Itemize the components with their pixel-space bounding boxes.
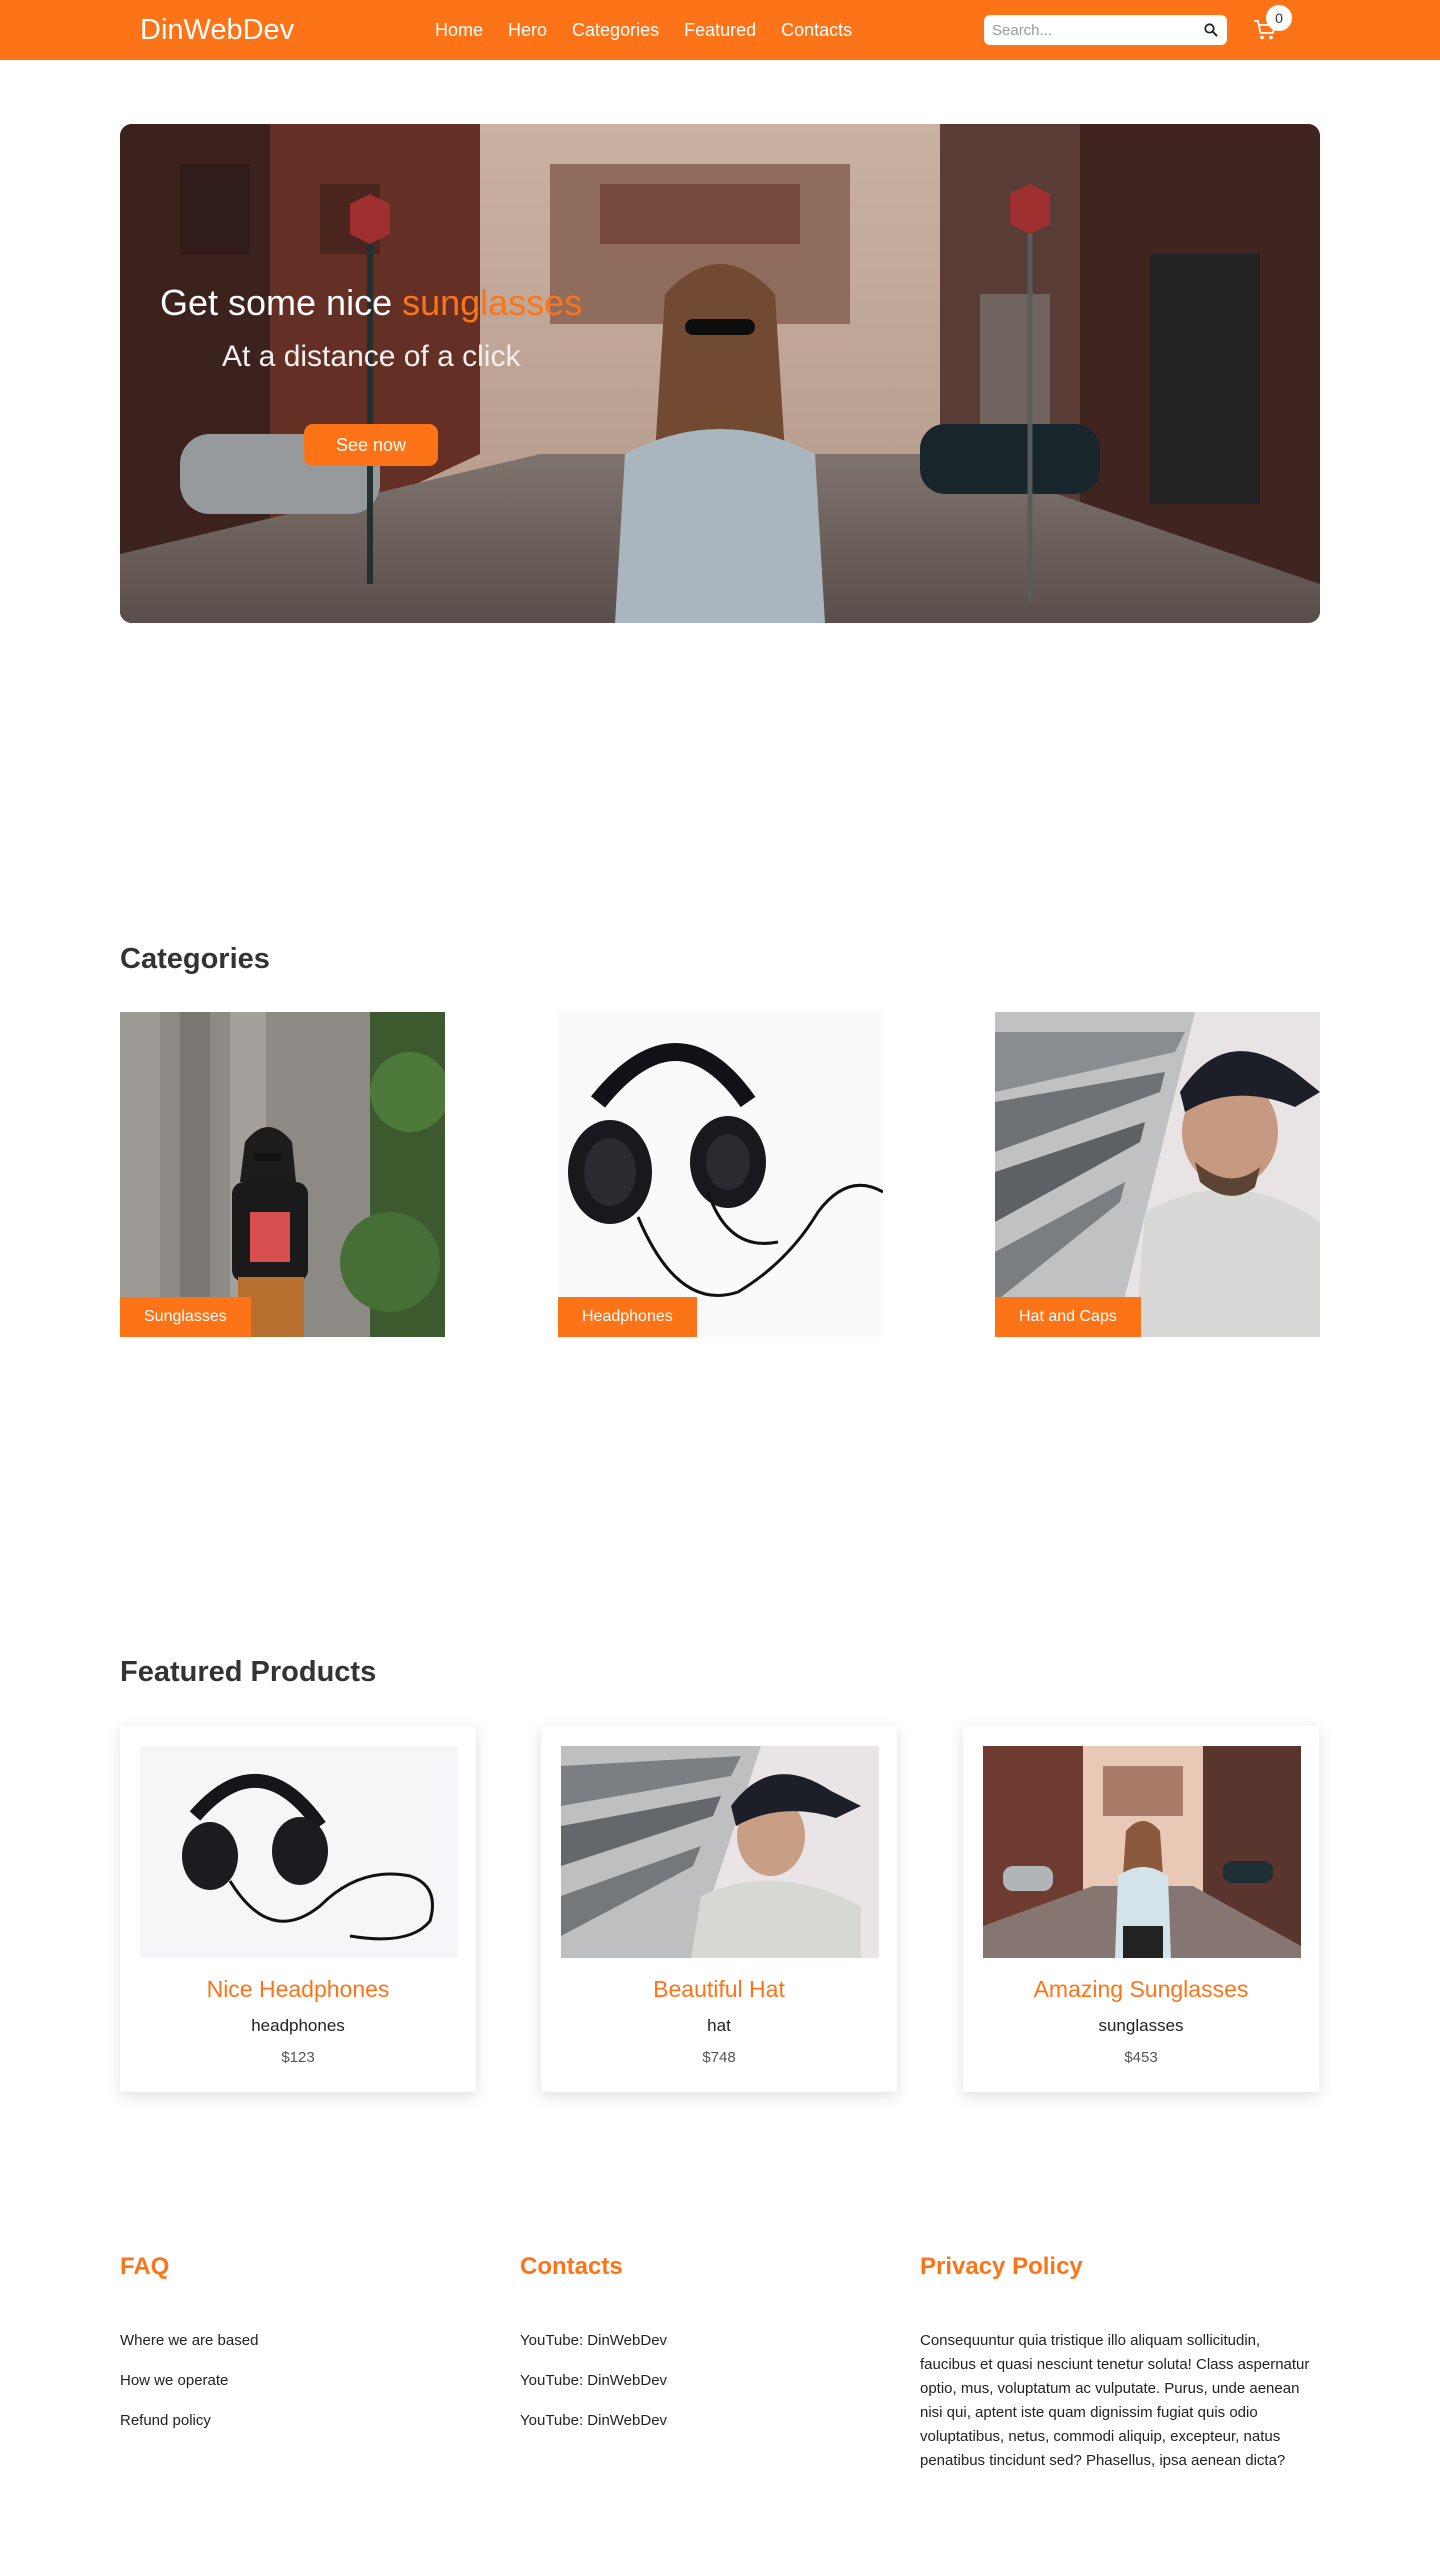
footer-faq: FAQ Where we are based How we operate Re… [120,2253,520,2451]
footer-faq-link[interactable]: How we operate [120,2371,520,2411]
footer-faq-title: FAQ [120,2253,170,2280]
category-label: Sunglasses [120,1297,251,1337]
footer-contacts-title: Contacts [520,2253,623,2280]
product-image [140,1746,458,1958]
product-image [561,1746,879,1958]
category-card-sunglasses[interactable]: Sunglasses [120,1012,445,1337]
category-image-sunglasses [120,1012,445,1337]
navbar: DinWebDev Home Hero Categories Featured … [0,0,1440,60]
search-input[interactable] [984,21,1184,39]
product-card-headphones[interactable]: Nice Headphones headphones $123 [120,1726,476,2092]
footer-faq-list: Where we are based How we operate Refund… [120,2331,520,2451]
footer-contact-link[interactable]: YouTube: DinWebDev [520,2371,920,2411]
nav-link-home[interactable]: Home [435,20,483,41]
hat-photo [561,1746,879,1958]
product-category: sunglasses [1098,2016,1184,2035]
featured-title: Featured Products [120,1656,377,1688]
footer-contact-link[interactable]: YouTube: DinWebDev [520,2411,920,2451]
hero-title-accent: sunglasses [402,282,583,323]
nav-link-categories[interactable]: Categories [572,20,659,41]
product-name[interactable]: Nice Headphones [120,1976,476,2003]
search-icon[interactable] [1203,22,1219,38]
product-name[interactable]: Amazing Sunglasses [963,1976,1319,2003]
category-card-headphones[interactable]: Headphones [558,1012,883,1337]
product-category: hat [707,2016,731,2035]
product-name[interactable]: Beautiful Hat [541,1976,897,2003]
footer-contacts-list: YouTube: DinWebDev YouTube: DinWebDev Yo… [520,2331,920,2451]
footer-privacy-title: Privacy Policy [920,2253,1083,2280]
search-box [984,15,1227,45]
footer-contacts: Contacts YouTube: DinWebDev YouTube: Din… [520,2253,920,2451]
category-label: Hat and Caps [995,1297,1141,1337]
categories-title: Categories [120,943,270,975]
product-price: $123 [281,2049,315,2066]
cart-count-badge: 0 [1266,5,1292,31]
hero-title: Get some nice sunglasses [160,282,582,324]
product-category: headphones [251,2016,345,2035]
footer-faq-link[interactable]: Where we are based [120,2331,520,2371]
hero-subtitle: At a distance of a click [222,340,521,373]
footer-privacy-text: Consequuntur quia tristique illo aliquam… [920,2332,1310,2469]
product-card-sunglasses[interactable]: Amazing Sunglasses sunglasses $453 [963,1726,1319,2092]
footer-contact-link[interactable]: YouTube: DinWebDev [520,2331,920,2371]
nav-link-featured[interactable]: Featured [684,20,756,41]
brand-logo[interactable]: DinWebDev [140,0,294,60]
headphones-photo [140,1746,458,1958]
footer-privacy: Privacy Policy Consequuntur quia tristiq… [920,2253,1320,2473]
product-card-hat[interactable]: Beautiful Hat hat $748 [541,1726,897,2092]
nav-link-contacts[interactable]: Contacts [781,20,852,41]
hero-banner: Get some nice sunglasses At a distance o… [120,124,1320,623]
see-now-button[interactable]: See now [304,424,438,466]
category-image-headphones [558,1012,883,1337]
category-image-hat-and-caps [995,1012,1320,1337]
product-price: $453 [1124,2049,1158,2066]
category-label: Headphones [558,1297,697,1337]
nav-links: Home Hero Categories Featured Contacts [435,0,877,60]
nav-link-hero[interactable]: Hero [508,20,547,41]
product-price: $748 [702,2049,736,2066]
hero-title-prefix: Get some nice [160,282,403,323]
footer-faq-link[interactable]: Refund policy [120,2411,520,2451]
category-card-hat-and-caps[interactable]: Hat and Caps [995,1012,1320,1337]
product-image [983,1746,1301,1958]
sunglasses-photo [983,1746,1301,1958]
